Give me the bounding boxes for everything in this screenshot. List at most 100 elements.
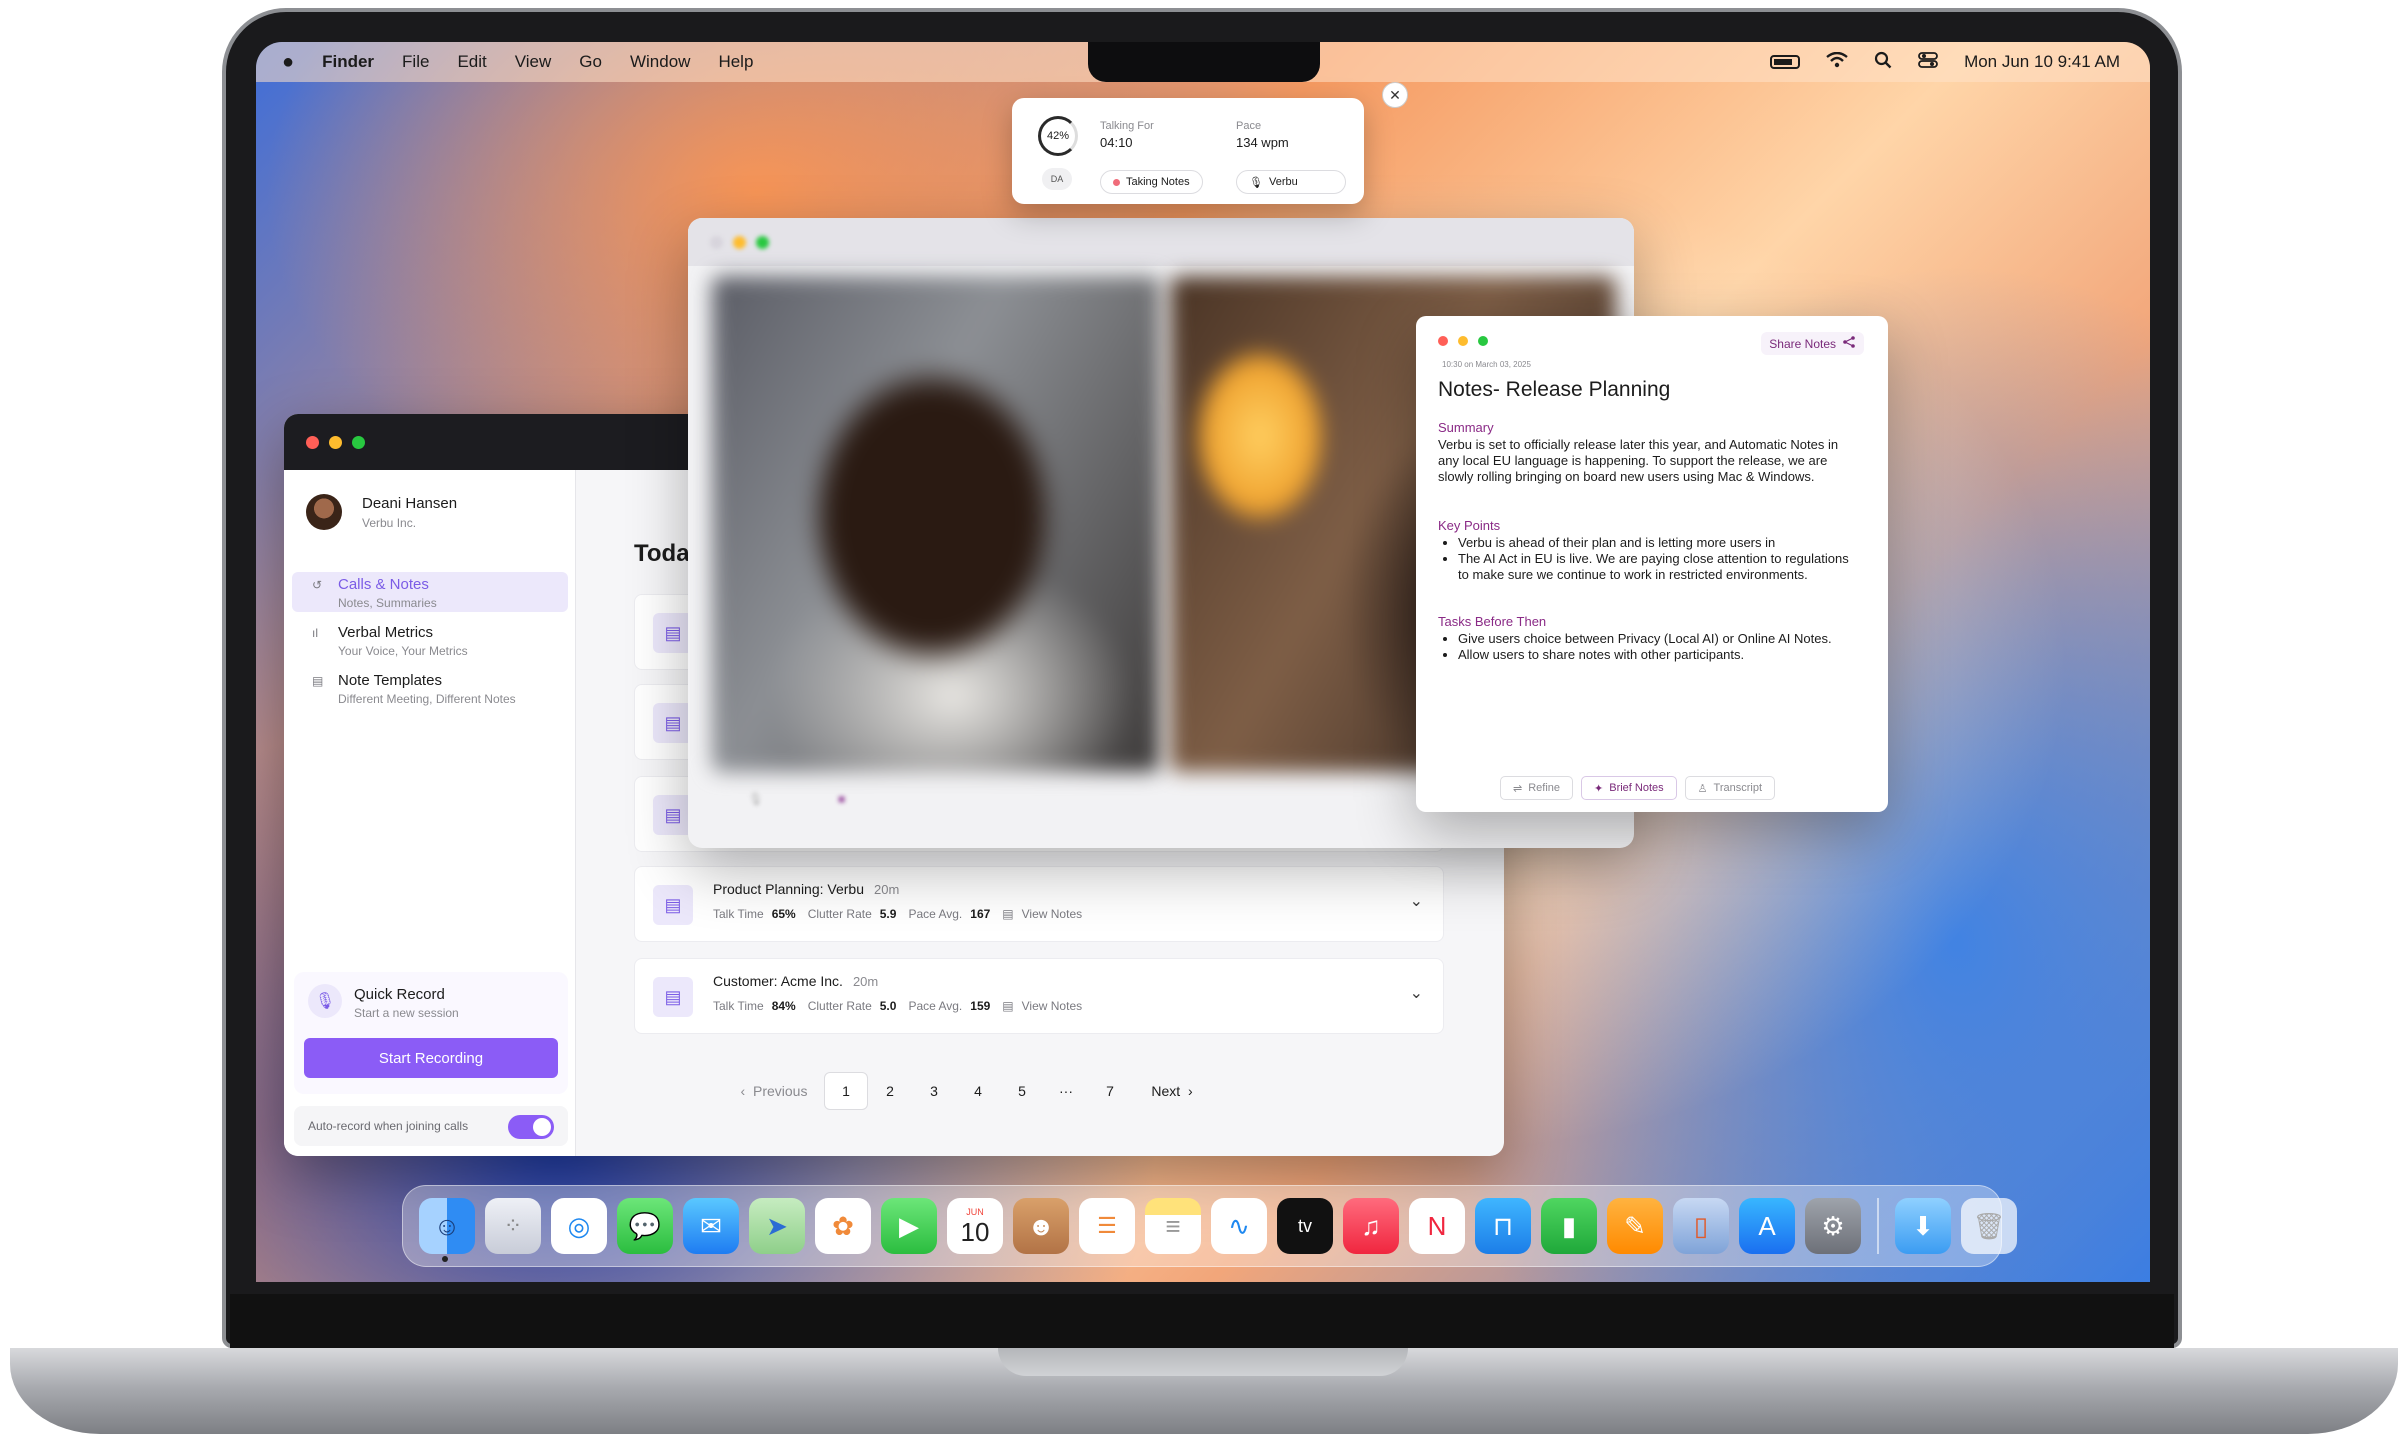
zoom-window-button[interactable] (352, 436, 365, 449)
close-window-button[interactable] (306, 436, 319, 449)
talking-for-label: Talking For (1100, 120, 1154, 132)
call-stats: Talk Time 65% Clutter Rate 5.9 Pace Avg. 16… (713, 907, 1082, 921)
user-profile[interactable]: Deani Hansen Verbu Inc. (306, 494, 457, 530)
verbu-chip-label: Verbu (1268, 176, 1298, 188)
apple-menu-icon[interactable]: ● (282, 51, 294, 74)
numbers-icon[interactable]: ▮ (1541, 1198, 1597, 1254)
stat-label: Talk Time (713, 999, 764, 1013)
share-notes-button[interactable]: Share Notes (1761, 332, 1864, 355)
minimize-window-button[interactable] (329, 436, 342, 449)
menu-edit[interactable]: Edit (457, 52, 486, 72)
menu-go[interactable]: Go (579, 52, 602, 72)
freeform-icon[interactable]: ∿ (1211, 1198, 1267, 1254)
key-points-section: Key Points Verbu is ahead of their plan … (1438, 518, 1858, 583)
keynote-icon[interactable]: ⊓ (1475, 1198, 1531, 1254)
system-settings-icon[interactable]: ⚙ (1805, 1198, 1861, 1254)
finder-icon[interactable]: ☺ (419, 1198, 475, 1254)
minimize-window-button[interactable] (733, 236, 746, 249)
chevron-down-icon[interactable]: ⌄ (1410, 983, 1423, 1003)
wifi-icon[interactable] (1826, 51, 1848, 73)
menu-help[interactable]: Help (718, 52, 753, 72)
page-button[interactable]: 5 (1000, 1072, 1044, 1110)
facetime-icon[interactable]: ▶ (881, 1198, 937, 1254)
calendar-icon[interactable]: JUN 10 (947, 1198, 1003, 1254)
sidebar-item-note-templates[interactable]: ▤ Note Templates Different Meeting, Diff… (292, 668, 568, 708)
refine-button[interactable]: ⇌ Refine (1500, 776, 1574, 800)
previous-page-button[interactable]: ‹ Previous (724, 1072, 824, 1110)
call-card[interactable]: ▤ Product Planning: Verbu 20m Talk Time 65… (634, 866, 1444, 942)
brief-notes-button[interactable]: ✦ Brief Notes (1581, 776, 1677, 800)
messages-icon[interactable]: 💬 (617, 1198, 673, 1254)
sidebar-item-verbal-metrics[interactable]: ıl Verbal Metrics Your Voice, Your Metri… (292, 620, 568, 660)
reminders-icon[interactable]: ☰ (1079, 1198, 1135, 1254)
view-notes-link[interactable]: ▤ View Notes (1002, 907, 1082, 921)
page-button[interactable]: 4 (956, 1072, 1000, 1110)
verbu-chip[interactable]: 🎙 Verbu (1236, 170, 1346, 194)
start-recording-button[interactable]: Start Recording (304, 1038, 558, 1078)
minimize-window-button[interactable] (1458, 336, 1468, 346)
menu-view[interactable]: View (515, 52, 552, 72)
trash-icon[interactable]: 🗑 (1961, 1198, 2017, 1254)
iphone-mirroring-icon[interactable]: ▯ (1673, 1198, 1729, 1254)
view-notes-link[interactable]: ▤ View Notes (1002, 999, 1082, 1013)
contacts-icon[interactable]: ☻ (1013, 1198, 1069, 1254)
menu-file[interactable]: File (402, 52, 429, 72)
zoom-window-button[interactable] (756, 236, 769, 249)
control-center-icon[interactable] (1918, 51, 1938, 74)
pages-icon[interactable]: ✎ (1607, 1198, 1663, 1254)
stat-label: Talk Time (713, 907, 764, 921)
transcript-button[interactable]: ♙ Transcript (1684, 776, 1776, 800)
sidebar-item-calls-notes[interactable]: ↺ Calls & Notes Notes, Summaries (292, 572, 568, 612)
quick-record-subtitle: Start a new session (354, 1006, 459, 1020)
previous-label: Previous (752, 1083, 808, 1099)
call-card[interactable]: ▤ Customer: Acme Inc. 20m Talk Time 84% Cl… (634, 958, 1444, 1034)
page-button[interactable]: 3 (912, 1072, 956, 1110)
stat-label: Clutter Rate (807, 999, 872, 1013)
app-store-icon[interactable]: A (1739, 1198, 1795, 1254)
tv-label: tv (1297, 1215, 1312, 1236)
maps-icon[interactable]: ➤ (749, 1198, 805, 1254)
chevron-down-icon[interactable]: ⌄ (1410, 891, 1423, 911)
zoom-window-button[interactable] (1478, 336, 1488, 346)
news-icon[interactable]: N (1409, 1198, 1465, 1254)
clutter-rate-value: 5.9 (879, 907, 897, 921)
menu-finder[interactable]: Finder (322, 52, 374, 72)
page-button[interactable]: 7 (1088, 1072, 1132, 1110)
menu-clock[interactable]: Mon Jun 10 9:41 AM (1964, 52, 2120, 72)
battery-icon[interactable] (1770, 55, 1801, 69)
sidebar-item-label: Note Templates (338, 672, 442, 689)
notes-title: Notes- Release Planning (1438, 378, 1671, 401)
next-page-button[interactable]: Next › (1132, 1072, 1212, 1110)
safari-icon[interactable]: ◎ (551, 1198, 607, 1254)
page-button[interactable]: 2 (868, 1072, 912, 1110)
auto-record-toggle[interactable] (508, 1115, 554, 1139)
summary-section: Summary Verbu is set to officially relea… (1438, 420, 1858, 485)
menu-window[interactable]: Window (630, 52, 690, 72)
close-window-button[interactable] (710, 236, 723, 249)
notes-app-icon[interactable]: ≡ (1145, 1198, 1201, 1254)
mail-icon[interactable]: ✉ (683, 1198, 739, 1254)
participant-video (712, 276, 1160, 772)
notes-mode-buttons: ⇌ Refine ✦ Brief Notes ♙ Transcript (1500, 776, 1776, 800)
music-icon[interactable]: ♫ (1343, 1198, 1399, 1254)
stat-label: Clutter Rate (807, 907, 872, 921)
close-window-button[interactable] (1438, 336, 1448, 346)
page-button[interactable]: 1 (824, 1072, 868, 1110)
apple-tv-icon[interactable]: tv (1277, 1198, 1333, 1254)
notes-window: Share Notes 10:30 on March 03, 2025 Note… (1416, 316, 1888, 812)
microphone-icon: 🎙 (1249, 176, 1263, 189)
mute-control-icon[interactable]: 🎙 (748, 792, 763, 806)
person-icon: ♙ (1697, 782, 1708, 795)
close-icon[interactable]: ✕ (1382, 82, 1408, 108)
photos-icon[interactable]: ✿ (815, 1198, 871, 1254)
calendar-day: 10 (960, 1216, 990, 1247)
notes-icon: ▤ (1002, 907, 1014, 921)
sidebar: Deani Hansen Verbu Inc. ↺ Calls & Notes … (284, 470, 576, 1156)
tasks-heading: Tasks Before Then (1438, 614, 1547, 629)
taking-notes-chip[interactable]: Taking Notes (1100, 170, 1203, 194)
launchpad-icon[interactable]: ⁘ (485, 1198, 541, 1254)
camera-control-icon[interactable]: ■ (838, 792, 845, 806)
downloads-folder-icon[interactable]: ⬇ (1895, 1198, 1951, 1254)
document-icon: ▤ (653, 613, 693, 653)
spotlight-search-icon[interactable] (1874, 51, 1892, 74)
